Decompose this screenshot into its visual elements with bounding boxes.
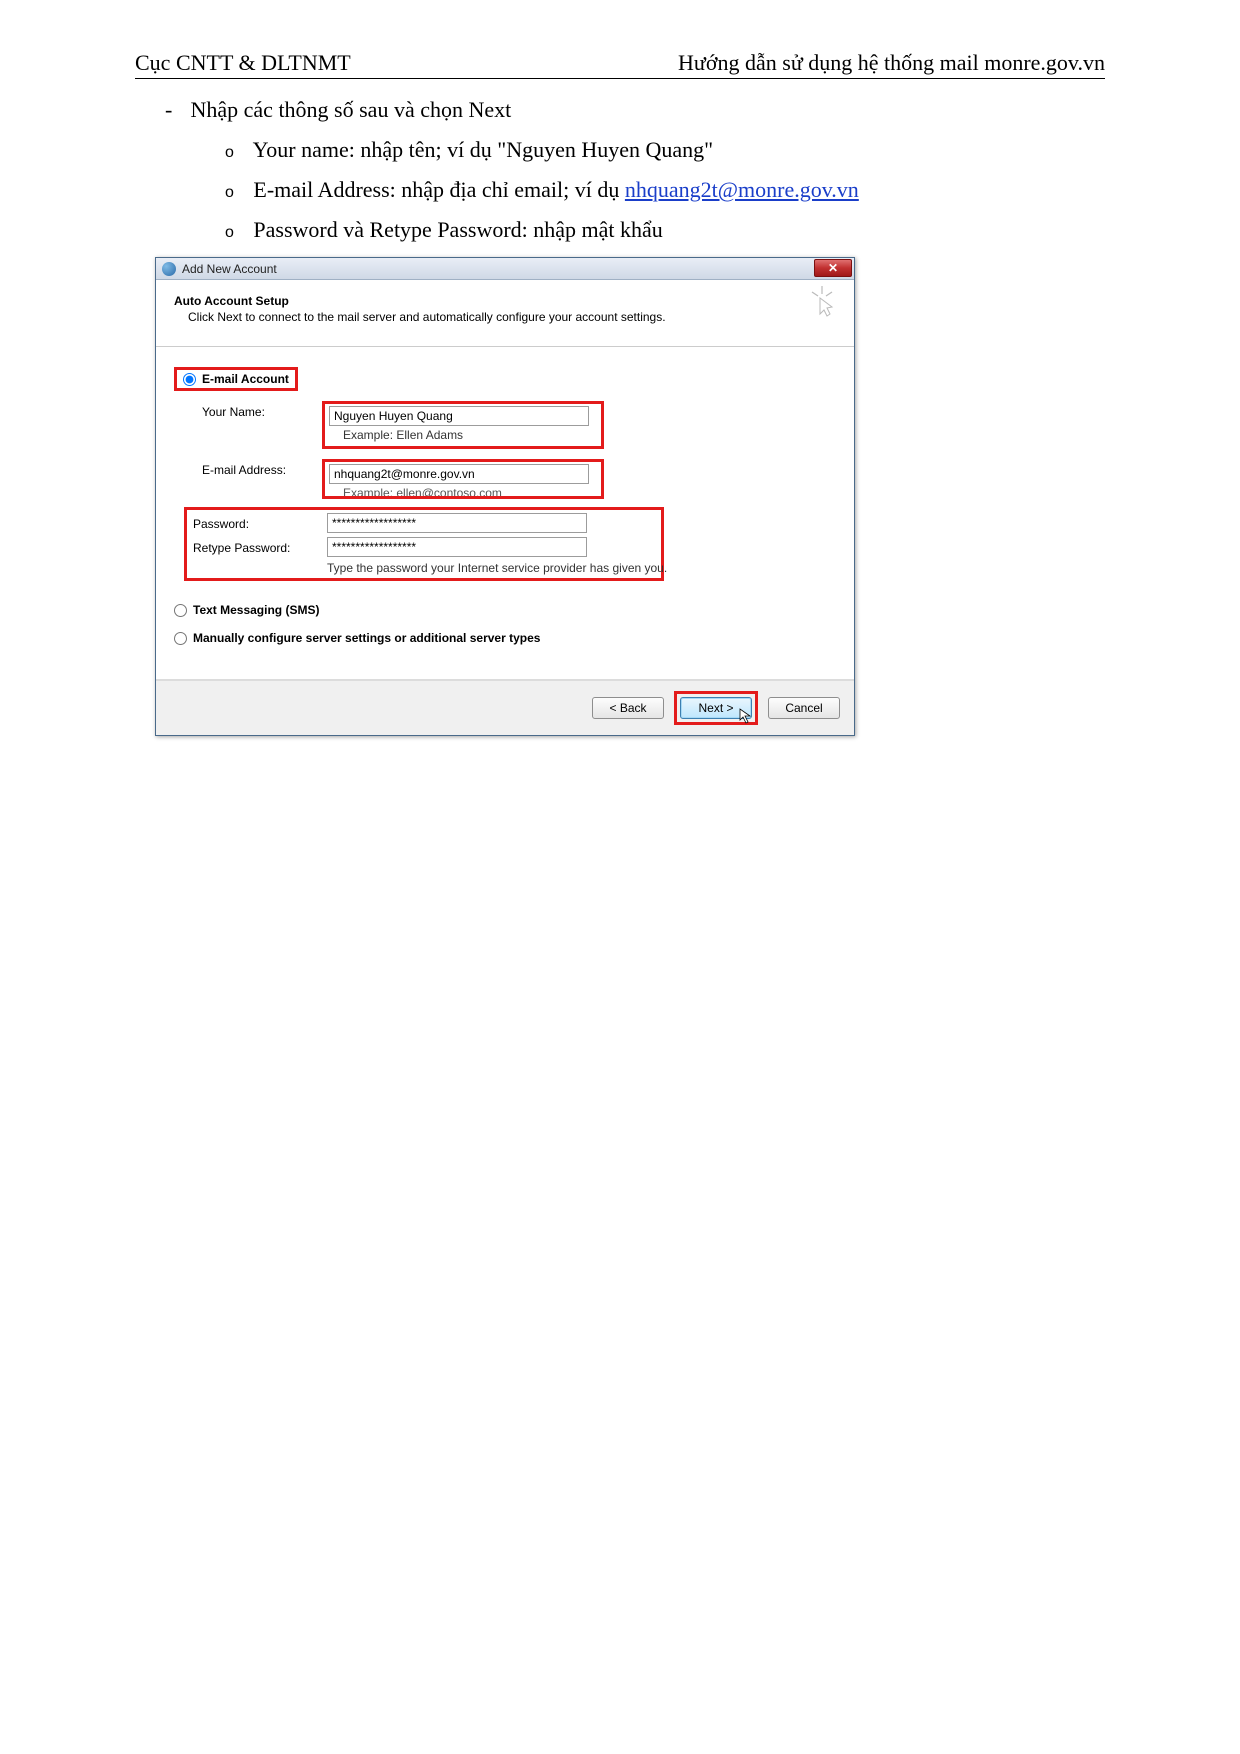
email-example: Example: ellen@contoso.com [329,484,597,496]
email-label: E-mail Address: [202,459,322,477]
close-button[interactable]: ✕ [814,259,852,277]
password-input[interactable] [327,513,587,533]
highlight-email-account: E-mail Account [174,367,298,391]
retype-password-label: Retype Password: [193,537,327,555]
highlight-password-block: Password: Retype Password: Type the pass… [184,507,664,581]
header-left: Cục CNTT & DLTNMT [135,50,351,76]
dialog-button-bar: < Back Next > Cancel [156,680,854,735]
option-sms-row: Text Messaging (SMS) [174,603,836,617]
email-example-link[interactable]: nhquang2t@monre.gov.vn [625,177,859,202]
label-manual: Manually configure server settings or ad… [193,631,540,645]
label-sms: Text Messaging (SMS) [193,603,319,617]
app-icon [162,262,176,276]
back-button[interactable]: < Back [592,697,664,719]
cursor-pointer-icon [739,708,753,724]
radio-sms[interactable] [174,604,187,617]
password-label: Password: [193,513,327,531]
dialog-title: Add New Account [182,262,277,276]
password-hint: Type the password your Internet service … [193,561,655,575]
close-icon: ✕ [828,261,838,275]
dialog-titlebar: Add New Account ✕ [156,258,854,280]
instruction-item-1: o E-mail Address: nhập địa chỉ email; ví… [225,177,1105,203]
instruction-main-text: Nhập các thông số sau và chọn Next [191,97,512,122]
divider-top [156,346,854,347]
divider-bottom [156,679,854,680]
header-right: Hướng dẫn sử dụng hệ thống mail monre.go… [678,50,1105,76]
instruction-item-0: o Your name: nhập tên; ví dụ "Nguyen Huy… [225,137,1105,163]
highlight-next: Next > [674,691,758,725]
highlight-your-name: Example: Ellen Adams [322,401,604,449]
your-name-label: Your Name: [202,401,322,419]
auto-setup-desc: Click Next to connect to the mail server… [188,310,836,324]
highlight-email: Example: ellen@contoso.com [322,459,604,499]
retype-password-input[interactable] [327,537,587,557]
instruction-main: - Nhập các thông số sau và chọn Next [165,97,1105,123]
add-account-dialog: Add New Account ✕ Auto Account Setup Cli… [155,257,855,736]
option-email-account-row: E-mail Account [174,367,836,391]
your-name-example: Example: Ellen Adams [329,426,597,444]
option-manual-row: Manually configure server settings or ad… [174,631,836,645]
cursor-sparkle-icon [808,286,836,318]
radio-email-account[interactable] [183,373,196,386]
label-email-account: E-mail Account [202,372,289,386]
auto-setup-title: Auto Account Setup [174,294,836,308]
page-header: Cục CNTT & DLTNMT Hướng dẫn sử dụng hệ t… [135,50,1105,76]
your-name-input[interactable] [329,406,589,426]
radio-manual[interactable] [174,632,187,645]
instruction-item-2: o Password và Retype Password: nhập mật … [225,217,1105,243]
cancel-button[interactable]: Cancel [768,697,840,719]
email-input[interactable] [329,464,589,484]
header-underline [135,78,1105,79]
